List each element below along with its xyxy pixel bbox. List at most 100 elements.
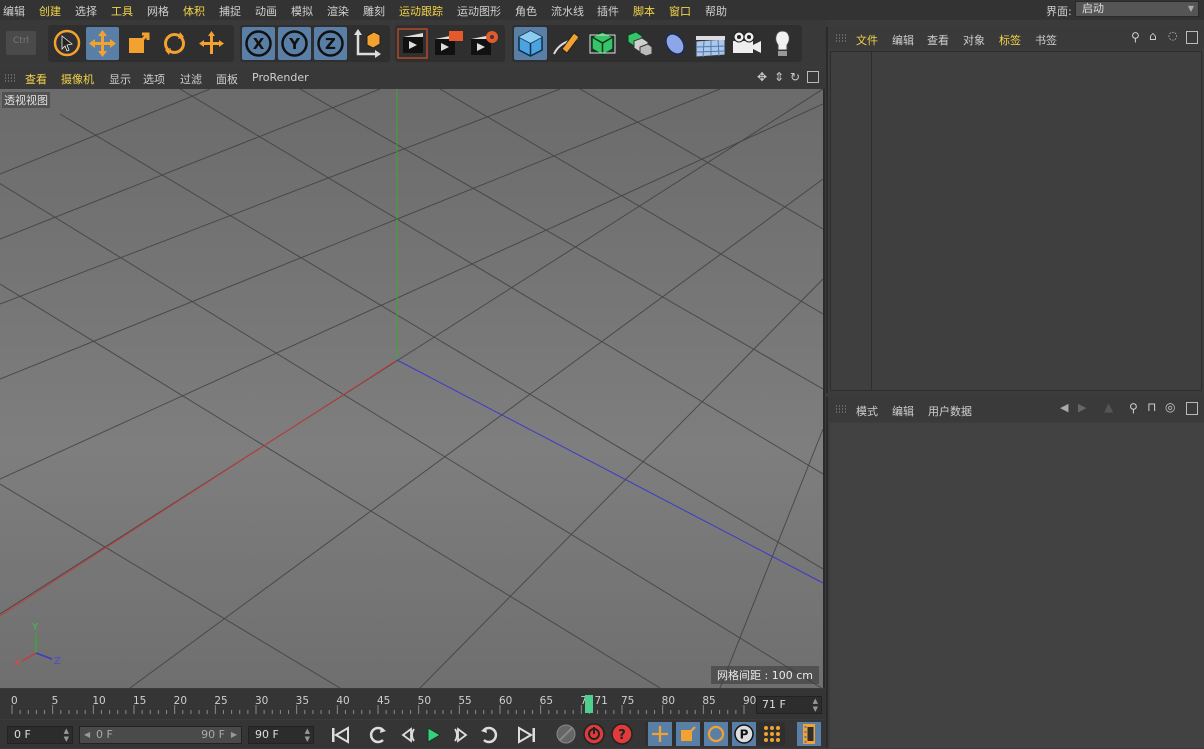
menu-item-0[interactable]: 编辑 bbox=[3, 3, 25, 19]
key-position-button[interactable] bbox=[648, 722, 672, 746]
spinner-icon[interactable]: ▲ ▼ bbox=[305, 727, 310, 743]
column-divider[interactable] bbox=[871, 52, 872, 390]
eye-icon[interactable]: ◌ bbox=[1168, 29, 1178, 42]
perspective-viewport[interactable]: 透视视图 Y X Z 网格间距 : 100 cm bbox=[0, 89, 825, 688]
menu-item-1[interactable]: 创建 bbox=[39, 3, 61, 19]
range-left-arrow-icon[interactable]: ◀ bbox=[84, 727, 90, 743]
viewport-menu-view[interactable]: 查看 bbox=[25, 71, 47, 87]
menu-item-14[interactable]: 流水线 bbox=[551, 3, 584, 19]
menu-item-2[interactable]: 选择 bbox=[75, 3, 97, 19]
autokey-disabled-button[interactable] bbox=[554, 722, 578, 746]
coordinate-system-button[interactable] bbox=[351, 27, 384, 60]
max-time-field[interactable]: 90 F ▲ ▼ bbox=[248, 726, 314, 744]
next-frame-button[interactable] bbox=[449, 724, 473, 746]
subdivision-surface-button[interactable] bbox=[586, 27, 619, 60]
record-keyframe-button[interactable] bbox=[582, 722, 606, 746]
attr-menu-userdata[interactable]: 用户数据 bbox=[928, 403, 972, 419]
viewport-menu-display[interactable]: 显示 bbox=[109, 71, 131, 87]
playhead[interactable] bbox=[585, 695, 594, 713]
cloner-button[interactable] bbox=[622, 27, 655, 60]
menu-item-5[interactable]: 体积 bbox=[183, 3, 205, 19]
viewport-name[interactable]: 透视视图 bbox=[2, 92, 50, 108]
menu-item-4[interactable]: 网格 bbox=[147, 3, 169, 19]
timeline[interactable]: 05101520253035404550556065707580859071 7… bbox=[0, 689, 826, 719]
scale-button[interactable] bbox=[122, 27, 155, 60]
menu-item-16[interactable]: 脚本 bbox=[633, 3, 655, 19]
new-panel-icon[interactable] bbox=[1186, 402, 1198, 415]
menu-item-17[interactable]: 窗口 bbox=[669, 3, 691, 19]
menu-item-18[interactable]: 帮助 bbox=[705, 3, 727, 19]
key-rotation-button[interactable] bbox=[704, 722, 728, 746]
autokey-help-button[interactable]: ? bbox=[610, 722, 634, 746]
menu-item-12[interactable]: 运动图形 bbox=[457, 3, 501, 19]
drag-handle-icon[interactable] bbox=[836, 33, 846, 43]
forward-arrow-icon[interactable]: ▶ bbox=[1078, 401, 1086, 414]
render-picture-viewer-button[interactable] bbox=[432, 27, 465, 60]
viewport-menu-panel[interactable]: 面板 bbox=[216, 71, 238, 87]
attr-menu-mode[interactable]: 模式 bbox=[856, 403, 878, 419]
spinner-icon[interactable]: ▲ ▼ bbox=[64, 727, 69, 743]
obj-menu-tags[interactable]: 标签 bbox=[999, 32, 1021, 48]
min-time-field[interactable]: 0 F ▲ ▼ bbox=[7, 726, 73, 744]
key-pla-button[interactable] bbox=[760, 722, 784, 746]
up-arrow-icon[interactable]: ▲ bbox=[1104, 400, 1113, 414]
rotate-view-icon[interactable]: ↻ bbox=[790, 70, 800, 84]
spinner-icon[interactable]: ▲ ▼ bbox=[813, 697, 818, 713]
render-view-button[interactable] bbox=[396, 27, 429, 60]
drag-handle-icon[interactable] bbox=[836, 404, 846, 414]
zoom-view-icon[interactable]: ⇕ bbox=[774, 70, 784, 84]
menu-item-7[interactable]: 动画 bbox=[255, 3, 277, 19]
back-arrow-icon[interactable]: ◀ bbox=[1060, 401, 1068, 414]
menu-item-13[interactable]: 角色 bbox=[515, 3, 537, 19]
cube-button[interactable] bbox=[514, 27, 547, 60]
deformer-button[interactable] bbox=[658, 27, 691, 60]
live-select-button[interactable] bbox=[51, 27, 84, 60]
floor-button[interactable] bbox=[694, 27, 727, 60]
range-right-arrow-icon[interactable]: ▶ bbox=[231, 727, 237, 743]
obj-menu-view[interactable]: 查看 bbox=[927, 32, 949, 48]
goto-start-button[interactable] bbox=[328, 724, 352, 746]
light-button[interactable] bbox=[766, 27, 799, 60]
menu-item-3[interactable]: 工具 bbox=[111, 3, 133, 19]
menu-item-15[interactable]: 插件 bbox=[597, 3, 619, 19]
prev-keyframe-button[interactable] bbox=[365, 724, 389, 746]
viewport-menu-camera[interactable]: 摄像机 bbox=[61, 71, 94, 87]
render-settings-button[interactable] bbox=[468, 27, 501, 60]
next-keyframe-button[interactable] bbox=[478, 724, 502, 746]
viewport-menu-prorender[interactable]: ProRender bbox=[252, 71, 309, 84]
target-icon[interactable]: ◎ bbox=[1165, 400, 1175, 414]
z-axis-button[interactable]: Z bbox=[314, 27, 347, 60]
timeline-ruler[interactable]: 05101520253035404550556065707580859071 bbox=[8, 691, 756, 717]
new-panel-icon[interactable] bbox=[1186, 31, 1198, 44]
obj-menu-edit[interactable]: 编辑 bbox=[892, 32, 914, 48]
play-button[interactable] bbox=[421, 724, 445, 746]
viewport-menu-filter[interactable]: 过滤 bbox=[180, 71, 202, 87]
attr-menu-edit[interactable]: 编辑 bbox=[892, 403, 914, 419]
menu-item-10[interactable]: 雕刻 bbox=[363, 3, 385, 19]
menu-item-8[interactable]: 模拟 bbox=[291, 3, 313, 19]
undo-button[interactable]: Ctrl bbox=[4, 27, 37, 60]
move-button[interactable] bbox=[86, 27, 119, 60]
timeline-window-button[interactable] bbox=[797, 722, 821, 746]
rotate-button[interactable] bbox=[158, 27, 191, 60]
menu-item-6[interactable]: 捕捉 bbox=[219, 3, 241, 19]
current-frame-field[interactable]: 71 F ▲ ▼ bbox=[756, 696, 822, 714]
lock-icon[interactable]: ⊓ bbox=[1147, 400, 1156, 414]
viewport-menu-options[interactable]: 选项 bbox=[143, 71, 165, 87]
toggle-view-icon[interactable] bbox=[807, 71, 819, 83]
y-axis-button[interactable]: Y bbox=[278, 27, 311, 60]
prev-frame-button[interactable] bbox=[396, 724, 420, 746]
search-icon[interactable]: ⚲ bbox=[1131, 30, 1140, 44]
goto-end-button[interactable] bbox=[515, 724, 539, 746]
search-icon[interactable]: ⚲ bbox=[1129, 401, 1138, 415]
x-axis-button[interactable]: X bbox=[242, 27, 275, 60]
pan-view-icon[interactable]: ✥ bbox=[757, 70, 767, 84]
pen-button[interactable] bbox=[550, 27, 583, 60]
key-scale-button[interactable] bbox=[676, 722, 700, 746]
obj-menu-file[interactable]: 文件 bbox=[856, 32, 878, 48]
drag-handle-icon[interactable] bbox=[5, 73, 15, 83]
obj-menu-objects[interactable]: 对象 bbox=[963, 32, 985, 48]
obj-menu-bookmarks[interactable]: 书签 bbox=[1035, 32, 1057, 48]
menu-item-11[interactable]: 运动跟踪 bbox=[399, 3, 443, 19]
layout-select[interactable]: 启动 ▼ bbox=[1075, 1, 1199, 17]
